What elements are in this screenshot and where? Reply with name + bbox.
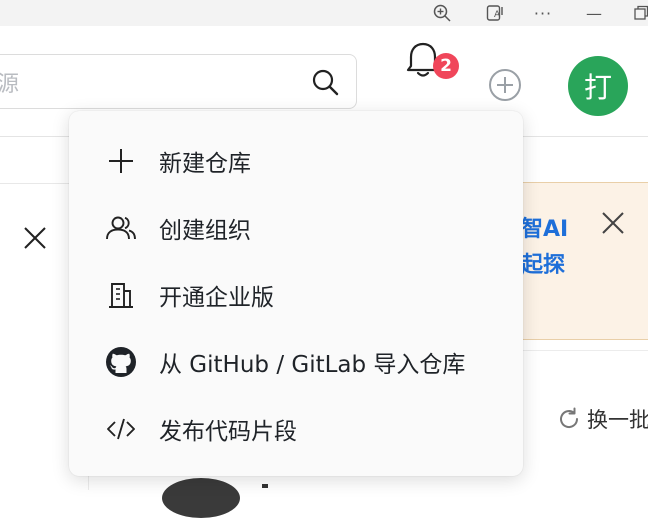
svg-text:A: A <box>494 10 501 20</box>
text-fragment <box>262 484 268 488</box>
menu-item-import-repo[interactable]: 从 GitHub / GitLab 导入仓库 <box>69 332 523 392</box>
close-icon[interactable] <box>22 225 48 251</box>
github-icon <box>105 346 137 378</box>
search-input[interactable]: 源 <box>0 54 357 109</box>
zoom-in-icon[interactable] <box>431 2 453 24</box>
promo-line-2: 起探 <box>521 253 566 278</box>
menu-item-create-org[interactable]: 创建组织 <box>69 198 523 258</box>
user-avatar-partial <box>162 478 240 518</box>
refresh-label: 换一批 <box>587 408 648 432</box>
menu-item-publish-snippet[interactable]: 发布代码片段 <box>69 399 523 459</box>
menu-item-enterprise[interactable]: 开通企业版 <box>69 265 523 325</box>
minimize-icon[interactable]: — <box>583 2 605 24</box>
user-avatar[interactable]: 打 <box>568 56 628 116</box>
building-icon <box>105 279 137 311</box>
restore-icon[interactable] <box>630 2 648 24</box>
browser-toolbar: A ··· — <box>0 0 648 26</box>
promo-line-1: 智AI <box>521 217 569 242</box>
menu-item-label: 创建组织 <box>159 218 251 244</box>
promo-close-icon[interactable] <box>599 209 627 237</box>
menu-item-label: 开通企业版 <box>159 285 274 311</box>
menu-item-new-repo[interactable]: 新建仓库 <box>69 131 523 191</box>
plus-icon <box>105 145 137 177</box>
refresh-icon <box>560 407 579 428</box>
search-icon[interactable] <box>310 67 340 97</box>
menu-item-label: 从 GitHub / GitLab 导入仓库 <box>159 352 466 378</box>
code-icon <box>105 413 137 445</box>
notification-badge: 2 <box>433 53 459 79</box>
more-icon[interactable]: ··· <box>532 2 554 24</box>
create-dropdown-menu: 新建仓库 创建组织 开通企业版 从 GitHub / GitLab 导入仓库 发… <box>69 111 523 476</box>
menu-item-label: 新建仓库 <box>159 151 251 177</box>
add-button[interactable] <box>488 68 522 102</box>
menu-item-label: 发布代码片段 <box>159 419 297 445</box>
reader-mode-icon[interactable]: A <box>484 2 506 24</box>
users-icon <box>105 212 137 244</box>
refresh-button[interactable]: 换一批 <box>557 404 648 434</box>
search-placeholder: 源 <box>0 72 20 97</box>
